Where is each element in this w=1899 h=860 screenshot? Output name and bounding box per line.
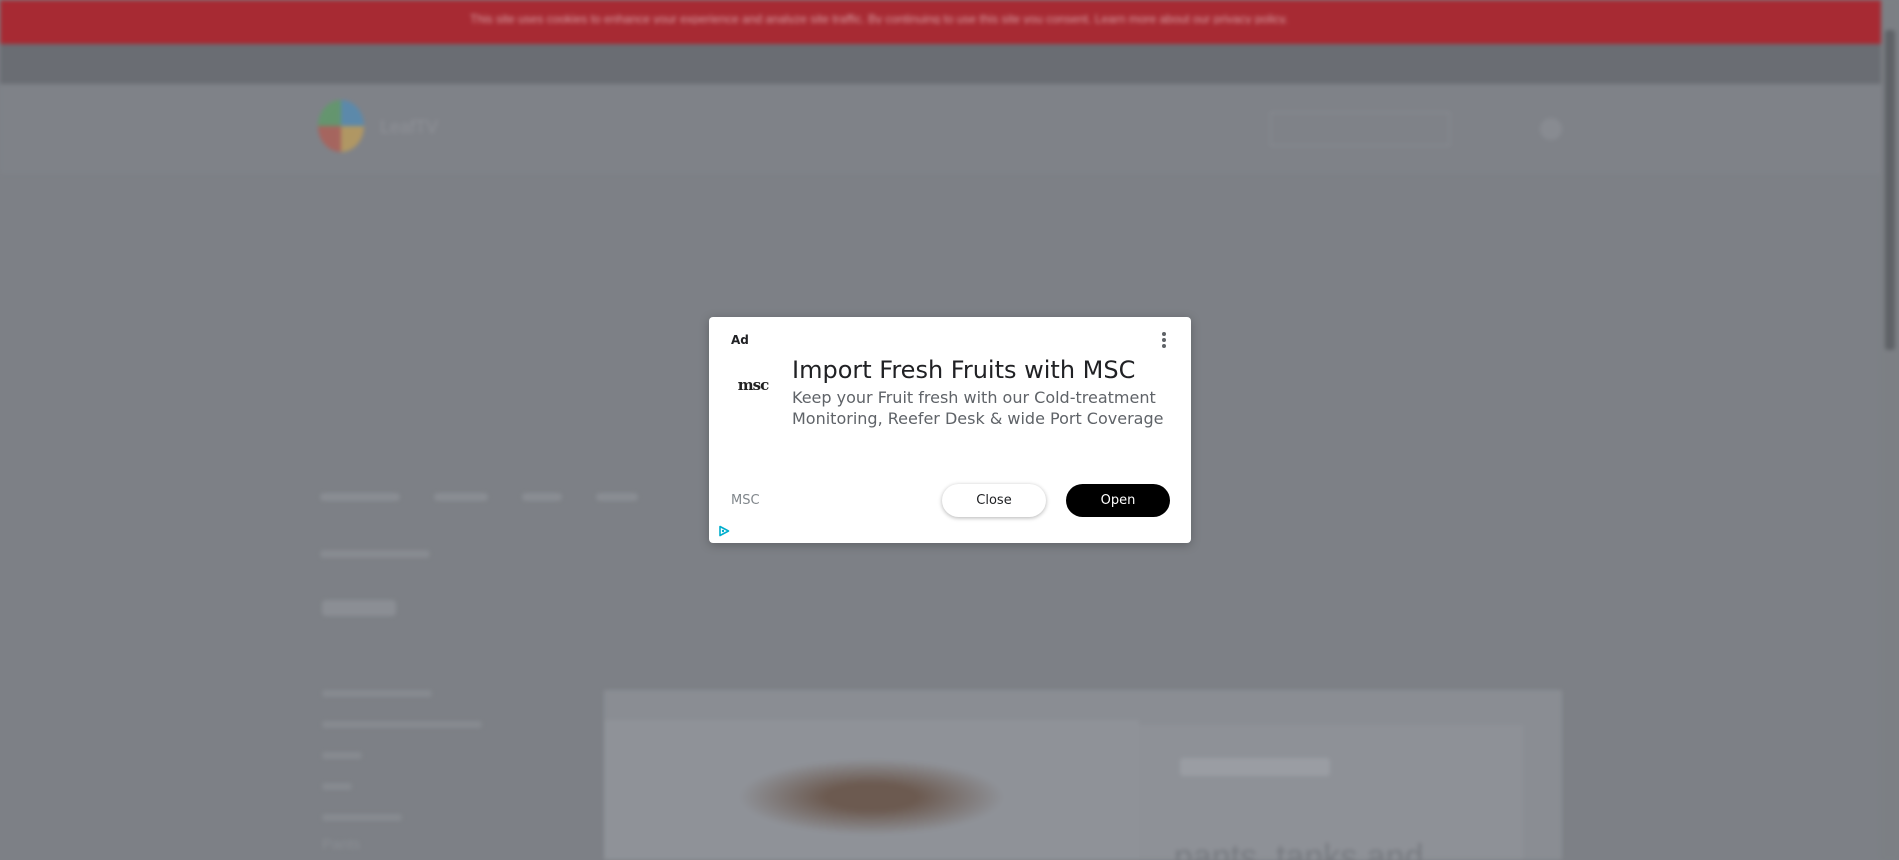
page-title bbox=[322, 600, 396, 616]
sidebar-item bbox=[322, 783, 352, 790]
scrollbar-thumb[interactable] bbox=[1885, 30, 1895, 350]
ad-modal: Ad msc Import Fresh Fruits with MSC Keep… bbox=[709, 317, 1191, 543]
breadcrumb bbox=[320, 550, 430, 558]
msc-logo[interactable]: msc bbox=[733, 372, 773, 412]
sidebar-item bbox=[322, 814, 402, 821]
sidebar bbox=[322, 690, 482, 845]
site-logo-icon bbox=[318, 100, 364, 152]
close-button[interactable]: Close bbox=[942, 484, 1046, 517]
cookie-banner-text: This site uses cookies to enhance your e… bbox=[470, 12, 1289, 24]
hero-tag bbox=[1180, 758, 1330, 776]
ad-description: Keep your Fruit fresh with our Cold-trea… bbox=[792, 388, 1164, 428]
nav-item bbox=[320, 492, 400, 501]
nav-item bbox=[596, 492, 638, 501]
site-header bbox=[0, 84, 1881, 174]
advertiser-name: MSC bbox=[731, 493, 760, 508]
brand-logo-text: msc bbox=[737, 376, 769, 394]
cookie-banner: This site uses cookies to enhance your e… bbox=[0, 0, 1881, 44]
main-nav bbox=[320, 486, 740, 506]
top-bar bbox=[0, 44, 1881, 84]
adchoices-icon[interactable] bbox=[718, 525, 730, 537]
nav-item bbox=[522, 492, 562, 501]
site-logo-text: LeafTV bbox=[380, 117, 439, 137]
menu-icon bbox=[1540, 118, 1562, 140]
search-input bbox=[1270, 112, 1450, 146]
ad-headline[interactable]: Import Fresh Fruits with MSC bbox=[792, 356, 1135, 384]
more-options-icon[interactable] bbox=[1157, 331, 1171, 351]
nav-item bbox=[434, 492, 488, 501]
sidebar-item bbox=[322, 752, 362, 759]
ad-label: Ad bbox=[731, 333, 749, 347]
sidebar-item-pants: Pants bbox=[322, 836, 361, 853]
sidebar-item bbox=[322, 721, 482, 728]
open-button[interactable]: Open bbox=[1066, 484, 1170, 517]
hero-heading: pants, tanks and bbox=[1174, 838, 1424, 860]
hero-image bbox=[604, 720, 1139, 860]
sidebar-item bbox=[322, 690, 432, 697]
